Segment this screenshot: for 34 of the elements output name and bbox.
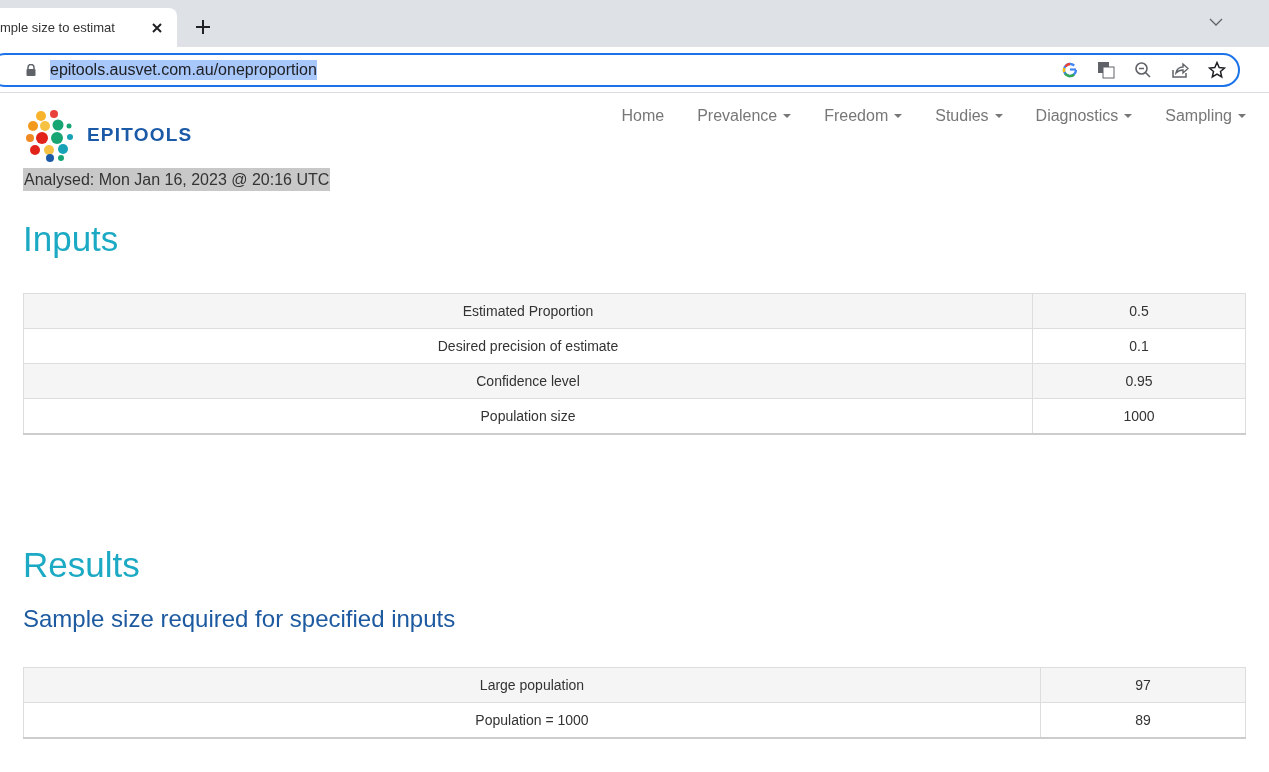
- nav-link[interactable]: Diagnostics: [1035, 107, 1133, 125]
- table-cell: 97: [1040, 667, 1246, 703]
- chevron-down-icon[interactable]: [1209, 18, 1223, 26]
- nav-link[interactable]: Studies: [935, 107, 1003, 125]
- google-icon[interactable]: [1062, 61, 1078, 78]
- table-cell: Confidence level: [23, 363, 1033, 399]
- section-heading: Results: [23, 545, 141, 585]
- section-heading: Inputs: [23, 219, 120, 259]
- table-cell: 0.5: [1032, 293, 1246, 329]
- table-cell: 0.95: [1032, 363, 1246, 399]
- table-cell: Population size: [23, 398, 1033, 434]
- table-cell: 0.1: [1032, 328, 1246, 364]
- nav-link[interactable]: Sampling: [1165, 107, 1246, 125]
- table-cell: Population = 1000: [23, 702, 1041, 738]
- url-text: epitools.ausvet.com.au/oneproportion: [50, 59, 317, 80]
- nav-link[interactable]: Prevalence: [697, 107, 792, 125]
- table-cell: Desired precision of estimate: [23, 328, 1033, 364]
- address-bar[interactable]: epitools.ausvet.com.au/oneproportion: [0, 52, 1240, 87]
- nav-link[interactable]: Home: [621, 107, 665, 125]
- translate-icon[interactable]: [1097, 60, 1115, 79]
- new-tab-icon[interactable]: [195, 19, 211, 35]
- lock-icon: [26, 63, 36, 76]
- close-icon[interactable]: [151, 21, 163, 34]
- star-icon[interactable]: [1208, 60, 1226, 79]
- browser-tab[interactable]: mple size to estimat: [0, 8, 177, 47]
- share-icon[interactable]: [1171, 60, 1189, 79]
- tab-title: mple size to estimat: [0, 20, 115, 35]
- nav-link[interactable]: Freedom: [824, 107, 903, 125]
- table-cell: Large population: [23, 667, 1041, 703]
- table-cell: Estimated Proportion: [23, 293, 1033, 329]
- subheading: Sample size required for specified inputs: [23, 605, 457, 633]
- zoom-out-icon[interactable]: [1134, 60, 1152, 79]
- logo-text[interactable]: EPITOOLS: [87, 124, 193, 146]
- analysed-text: Analysed: Mon Jan 16, 2023 @ 20:16 UTC: [23, 168, 331, 191]
